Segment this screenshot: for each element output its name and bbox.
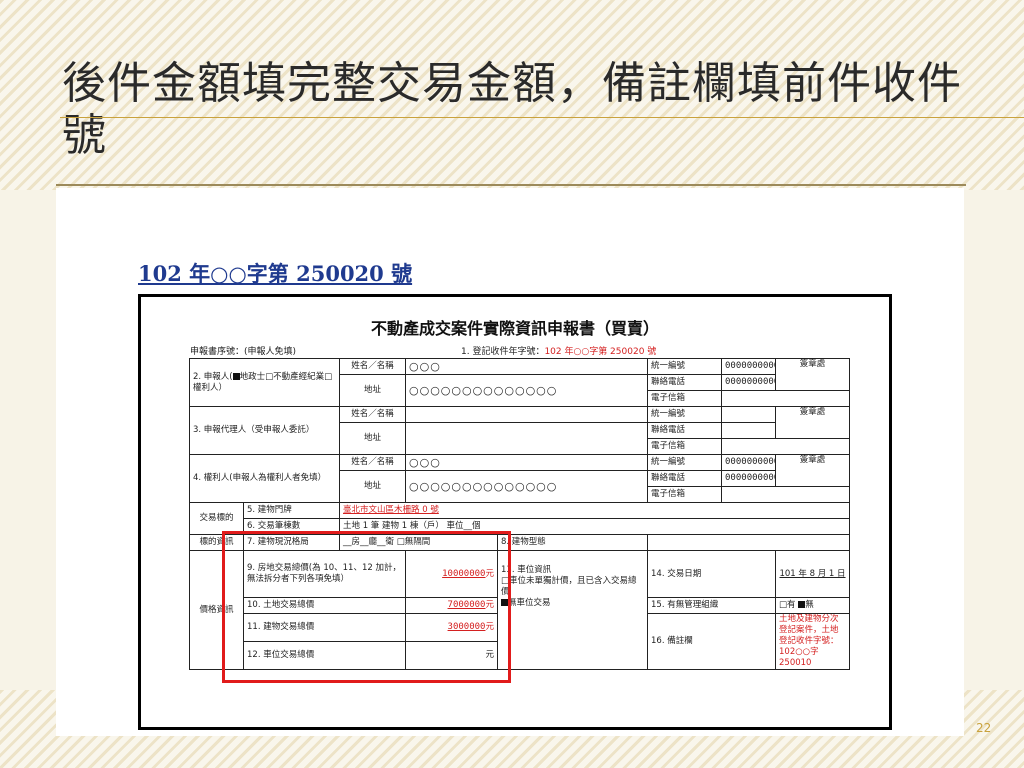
date-label: 14. 交易日期: [647, 550, 777, 598]
right-holder-email-label: 電子信箱: [647, 486, 723, 503]
applicant-label: 2. 申報人(地政士□不動產經紀業□權利人）: [189, 358, 340, 407]
applicant-sign: 簽章處: [775, 358, 851, 391]
page-number: 22: [976, 721, 992, 735]
transaction-section-label: 交易標的: [189, 502, 244, 535]
agent-phone: [721, 422, 777, 439]
table-row: 4. 權利人(申報人為權利人者免填） 姓名／名稱 ○○○ 統一編號 000000…: [189, 454, 851, 503]
agent-sign: 簽章處: [775, 406, 851, 439]
agent-address: [404, 422, 649, 455]
right-holder-name: ○○○: [404, 454, 649, 471]
right-holder-address-label: 地址: [339, 470, 406, 503]
form-title: 不動產成交案件實際資訊申報書（買賣）: [370, 319, 659, 338]
remark-label: 16. 備註欄: [647, 613, 777, 670]
table-row: 2. 申報人(地政士□不動產經紀業□權利人） 姓名／名稱 ○○○ 統一編號 00…: [189, 358, 851, 407]
type-label: 8. 建物型態: [496, 534, 649, 551]
right-holder-sign: 簽章處: [775, 454, 851, 487]
title-underline: [60, 117, 1024, 118]
applicant-address-label: 地址: [339, 374, 406, 407]
agent-name-label: 姓名／名稱: [339, 406, 406, 423]
right-holder-name-label: 姓名／名稱: [339, 454, 406, 471]
right-holder-id-label: 統一編號: [647, 454, 723, 471]
right-holder-phone: 0000000000: [721, 470, 777, 487]
mgmt-value: □有 無: [775, 597, 851, 614]
document-image: 102 年○○字第 250020 號 不動產成交案件實際資訊申報書（買賣） 申報…: [56, 188, 964, 736]
parking-info-label: 13. 車位資訊: [501, 565, 552, 575]
date-value: 101 年 8 月 1 日: [775, 550, 851, 598]
right-holder-phone-label: 聯絡電話: [647, 470, 723, 487]
agent-name: [404, 406, 649, 423]
applicant-name-label: 姓名／名稱: [339, 358, 406, 375]
table-row: 3. 申報代理人（受申報人委託） 姓名／名稱 統一編號 簽章處: [189, 406, 851, 455]
applicant-id-label: 統一編號: [647, 358, 723, 375]
table-row: 交易標的 5. 建物門牌 臺北市文山區木柵路 0 號: [189, 502, 851, 535]
right-holder-id: 0000000000: [721, 454, 777, 471]
right-holder-label: 4. 權利人(申報人為權利人者免填）: [189, 454, 340, 503]
applicant-phone: 0000000000: [721, 374, 777, 391]
agent-id: [721, 406, 777, 423]
serial-label: 申報書序號：(申報人免填): [190, 347, 297, 357]
applicant-phone-label: 聯絡電話: [647, 374, 723, 391]
applicant-id: 0000000000: [721, 358, 777, 375]
highlight-box: [222, 531, 511, 683]
applicant-email: [721, 390, 851, 407]
agent-address-label: 地址: [339, 422, 406, 455]
parking-info: 13. 車位資訊 □車位未單獨計價，且已含入交易總價 無車位交易: [496, 550, 649, 670]
slide-title: 後件金額填完整交易金額，備註欄填前件收件號: [62, 58, 962, 161]
registration-number: 1. 登記收件年字號：102 年○○字第 250020 號: [461, 347, 657, 357]
type-value: [647, 534, 851, 551]
parking-option-none: 無車位交易: [501, 598, 644, 609]
right-holder-email: [721, 486, 851, 503]
agent-phone-label: 聯絡電話: [647, 422, 723, 439]
door-label: 5. 建物門牌: [243, 502, 340, 519]
agent-email-label: 電子信箱: [647, 438, 723, 455]
mgmt-label: 15. 有無管理組織: [647, 597, 777, 614]
applicant-email-label: 電子信箱: [647, 390, 723, 407]
content-top-rule: [56, 184, 966, 186]
agent-label: 3. 申報代理人（受申報人委託）: [189, 406, 340, 455]
right-holder-address: ○○○○○○○○○○○○○○: [404, 470, 649, 503]
agent-id-label: 統一編號: [647, 406, 723, 423]
applicant-address: ○○○○○○○○○○○○○○: [404, 374, 649, 407]
case-number: 102 年○○字第 250020 號: [138, 261, 413, 286]
agent-email: [721, 438, 851, 455]
applicant-name: ○○○: [404, 358, 649, 375]
door-value: 臺北市文山區木柵路 0 號: [338, 502, 851, 519]
parking-option-included: □車位未單獨計價，且已含入交易總價: [501, 576, 637, 597]
remark-value: 土地及建物分次登記案件，土地登記收件字號：102○○字 250010: [775, 613, 851, 670]
